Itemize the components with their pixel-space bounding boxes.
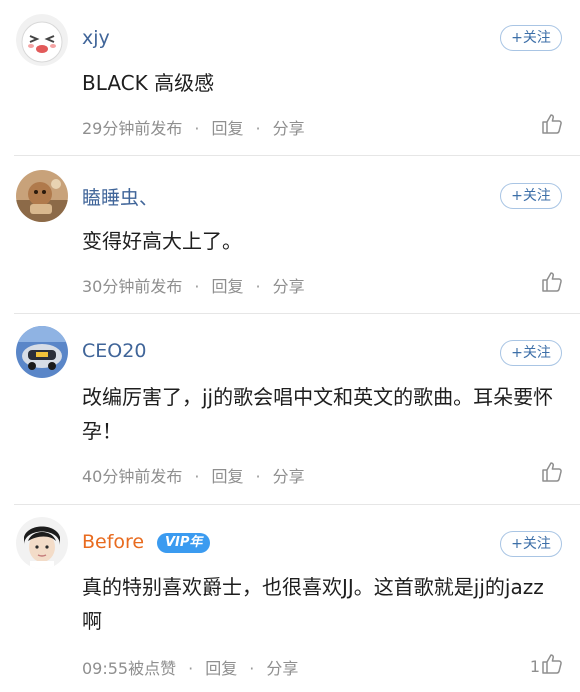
username[interactable]: Before	[82, 531, 144, 553]
like-button[interactable]	[540, 112, 564, 136]
username[interactable]: CEO20	[82, 340, 146, 362]
reply-button[interactable]: 回复	[205, 655, 237, 679]
like-count: 1	[529, 657, 540, 676]
divider	[14, 313, 580, 314]
follow-button[interactable]: +关注	[500, 25, 562, 51]
timestamp: 29分钟前发布	[82, 119, 183, 138]
comment-meta: 40分钟前发布 · 回复 · 分享	[82, 463, 305, 487]
comment-meta: 30分钟前发布 · 回复 · 分享	[82, 273, 305, 297]
avatar[interactable]	[16, 517, 68, 569]
divider	[14, 155, 580, 156]
thumbs-up-icon	[542, 114, 562, 134]
share-button[interactable]: 分享	[273, 463, 305, 487]
reply-button[interactable]: 回复	[211, 463, 243, 487]
follow-button[interactable]: +关注	[500, 340, 562, 366]
like-button[interactable]	[540, 270, 564, 294]
comment-text: 改编厉害了，jj的歌会唱中文和英文的歌曲。耳朵要怀孕！	[82, 385, 554, 443]
reply-button[interactable]: 回复	[211, 115, 243, 139]
share-button[interactable]: 分享	[273, 273, 305, 297]
separator-dot: ·	[194, 277, 200, 296]
follow-button[interactable]: +关注	[500, 531, 562, 557]
thumbs-up-icon	[542, 654, 562, 674]
comment-text: 真的特别喜欢爵士，也很喜欢JJ。这首歌就是jj的jazz啊	[82, 575, 544, 633]
vip-badge: VIP年	[157, 533, 211, 553]
comment-meta: 29分钟前发布 · 回复 · 分享	[82, 115, 305, 139]
timestamp: 09:55被点赞	[82, 659, 177, 678]
separator-dot: ·	[255, 467, 261, 486]
avatar[interactable]	[16, 170, 68, 222]
comment-text: BLACK 高级感	[82, 71, 215, 95]
comment-text: 变得好高大上了。	[82, 229, 242, 253]
comment-meta: 09:55被点赞 · 回复 · 分享	[82, 655, 298, 679]
reply-button[interactable]: 回复	[211, 273, 243, 297]
timestamp: 40分钟前发布	[82, 467, 183, 486]
avatar[interactable]	[16, 326, 68, 378]
share-button[interactable]: 分享	[266, 655, 298, 679]
thumbs-up-icon	[542, 272, 562, 292]
follow-button[interactable]: +关注	[500, 183, 562, 209]
separator-dot: ·	[194, 467, 200, 486]
separator-dot: ·	[255, 119, 261, 138]
username[interactable]: 瞌睡虫、	[82, 183, 158, 210]
like-button[interactable]	[540, 460, 564, 484]
share-button[interactable]: 分享	[273, 115, 305, 139]
separator-dot: ·	[188, 659, 194, 678]
separator-dot: ·	[249, 659, 255, 678]
avatar[interactable]	[16, 14, 68, 66]
thumbs-up-icon	[542, 462, 562, 482]
username[interactable]: xjy	[82, 27, 110, 49]
divider	[14, 504, 580, 505]
like-button[interactable]: 1	[530, 652, 564, 676]
timestamp: 30分钟前发布	[82, 277, 183, 296]
separator-dot: ·	[255, 277, 261, 296]
separator-dot: ·	[194, 119, 200, 138]
